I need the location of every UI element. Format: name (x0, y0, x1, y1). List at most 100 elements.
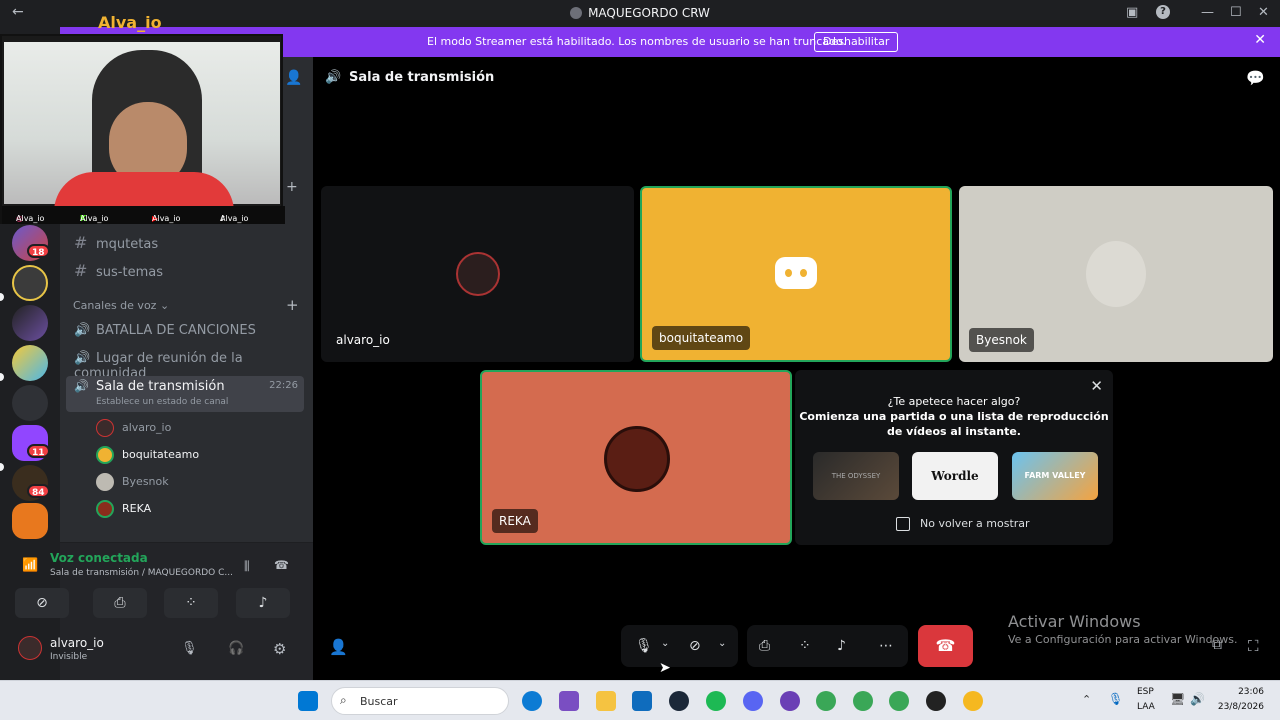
title-bar: ← MAQUEGORDO CRW ▣ ? — ☐ ✕ (0, 0, 1280, 27)
store-icon[interactable] (559, 691, 579, 711)
tray-chevron-icon[interactable]: ⌃ (1082, 693, 1091, 706)
disconnect-icon[interactable]: ☎ (274, 558, 289, 572)
steam-icon[interactable] (669, 691, 689, 711)
plus-icon[interactable]: + (286, 179, 298, 195)
obs-icon[interactable] (926, 691, 946, 711)
settings-gear-icon[interactable]: ⚙ (273, 640, 286, 658)
activity-heading: ¿Te apetece hacer algo? (887, 395, 1021, 408)
participant-name: boquitateamo (652, 326, 751, 350)
watermark-title: Activar Windows (1008, 612, 1141, 631)
channel-timer: 22:26 (269, 380, 298, 391)
banner-text: El modo Streamer está habilitado. Los no… (427, 35, 847, 48)
more-options-icon[interactable]: ⋯ (879, 638, 893, 654)
volume-icon[interactable]: 🔊 (1190, 692, 1205, 706)
edge-icon[interactable] (522, 691, 542, 711)
channel-status[interactable]: Establece un estado de canal (96, 397, 228, 407)
participant-avatar (1086, 241, 1146, 307)
chrome-icon[interactable] (816, 691, 836, 711)
camera-off-icon[interactable]: ⊘ (689, 638, 701, 654)
soundboard-icon[interactable]: ♪ (837, 638, 846, 654)
server-icon[interactable] (12, 385, 48, 421)
camera-off-button[interactable]: ⊘ (15, 588, 69, 618)
chat-bubble-icon[interactable]: 💬 (1246, 69, 1265, 87)
app-icon[interactable] (963, 691, 983, 711)
network-icon[interactable]: 🖥 (1170, 692, 1185, 706)
headphones-icon[interactable]: 🎧 (228, 641, 244, 656)
clock-time[interactable]: 23:06 (1212, 687, 1264, 697)
activities-button[interactable]: ⁘ (164, 588, 218, 618)
maximize-button[interactable]: ☐ (1230, 5, 1242, 20)
taskbar-search[interactable]: ⌕ Buscar (331, 687, 509, 715)
chevron-down-icon[interactable]: ⌄ (718, 638, 726, 649)
activities-icon[interactable]: ⁘ (799, 638, 811, 654)
chrome-icon[interactable] (889, 691, 909, 711)
chrome-icon[interactable] (853, 691, 873, 711)
speaker-icon: 🔊 (74, 379, 89, 393)
game-tile-farm-valley[interactable]: FARM VALLEY (1012, 452, 1098, 500)
server-icon[interactable] (12, 345, 48, 381)
user-name[interactable]: alvaro_io (50, 636, 104, 650)
search-placeholder: Buscar (360, 695, 398, 708)
voice-connected-title: Voz conectada (50, 551, 148, 565)
mic-tray-icon[interactable]: 🎙 (1108, 692, 1123, 706)
noise-suppression-icon[interactable]: ⫼ (244, 559, 250, 574)
voice-member[interactable]: alvaro_io (96, 419, 171, 437)
language-code[interactable]: ESP (1137, 687, 1154, 697)
chevron-down-icon[interactable]: ⌄ (661, 638, 669, 649)
invite-user-icon[interactable]: 👤 (329, 638, 348, 656)
participant-tile[interactable]: Byesnok (959, 186, 1273, 362)
add-member-icon[interactable]: 👤 (285, 70, 302, 86)
activity-line: Comienza una partida o una lista de repr… (799, 410, 1109, 423)
game-tile-odyssey[interactable]: THE ODYSSEY (813, 452, 899, 500)
participant-tile[interactable]: boquitateamo (640, 186, 952, 362)
close-card-icon[interactable]: ✕ (1090, 377, 1103, 395)
participant-tile[interactable]: REKA (480, 370, 792, 545)
server-icon[interactable] (12, 503, 48, 539)
microphone-icon[interactable]: 🎙 (635, 638, 653, 654)
microphone-icon[interactable]: 🎙 (181, 641, 198, 656)
windows-start-icon[interactable] (298, 691, 318, 711)
user-avatar[interactable] (18, 636, 42, 660)
hash-icon: # (74, 233, 88, 252)
ms-store-icon[interactable] (632, 691, 652, 711)
server-icon[interactable] (12, 265, 48, 301)
participant-tile[interactable]: alvaro_io (321, 186, 634, 362)
minimize-button[interactable]: — (1201, 5, 1214, 20)
file-explorer-icon[interactable] (596, 691, 616, 711)
screen-share-button[interactable]: ⎙ (93, 588, 147, 618)
voice-category[interactable]: Canales de voz ⌄ (73, 299, 169, 312)
app-icon[interactable] (780, 691, 800, 711)
activity-line: de vídeos al instante. (887, 425, 1021, 438)
spotify-icon[interactable] (706, 691, 726, 711)
hang-up-button[interactable]: ☎ (918, 625, 973, 667)
fullscreen-icon[interactable]: ⛶ (1248, 637, 1259, 655)
voice-connected-subtitle[interactable]: Sala de transmisión / MAQUEGORDO C... (50, 568, 233, 578)
signal-icon[interactable]: 📶 (22, 558, 38, 573)
keyboard-layout[interactable]: LAA (1137, 702, 1155, 712)
voice-member[interactable]: boquitateamo (96, 446, 199, 464)
discord-eye (800, 269, 807, 277)
screen-share-icon[interactable]: ⎙ (759, 638, 770, 654)
channel-item[interactable]: # sus-temas (74, 261, 163, 280)
channel-item[interactable]: # mqutetas (74, 233, 158, 252)
participant-avatar (456, 252, 500, 296)
dont-show-checkbox[interactable] (896, 517, 910, 531)
voice-member[interactable]: REKA (96, 500, 151, 518)
active-voice-channel[interactable]: 🔊 Sala de transmisión 22:26 Establece un… (66, 376, 304, 412)
unread-pill (0, 373, 4, 381)
discord-icon[interactable] (743, 691, 763, 711)
add-channel-icon[interactable]: + (286, 296, 299, 314)
close-window-button[interactable]: ✕ (1258, 5, 1269, 20)
clock-date[interactable]: 23/8/2026 (1212, 702, 1264, 712)
inbox-icon[interactable]: ▣ (1126, 5, 1138, 20)
soundboard-button[interactable]: ♪ (236, 588, 290, 618)
game-tile-wordle[interactable]: Wordle (912, 452, 998, 500)
voice-member[interactable]: Byesnok (96, 473, 169, 491)
voice-channel-item[interactable]: 🔊 BATALLA DE CANCIONES (74, 323, 256, 338)
server-icon[interactable] (12, 305, 48, 341)
disable-streamer-button[interactable]: Deshabilitar (814, 32, 899, 52)
help-icon[interactable]: ? (1156, 5, 1170, 19)
server-logo-icon (570, 7, 583, 19)
avatar (96, 500, 114, 518)
banner-close-icon[interactable]: ✕ (1254, 32, 1266, 48)
